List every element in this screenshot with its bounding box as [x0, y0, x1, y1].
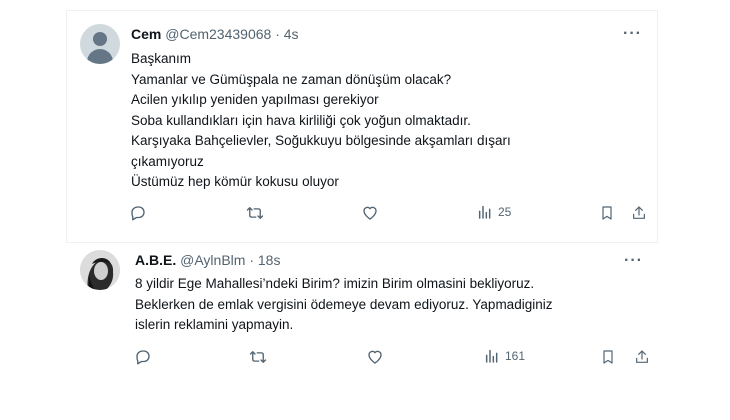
share-button[interactable]	[631, 204, 647, 222]
tweet-line: 8 yildir Ege Mahallesi’ndeki Birim? imiz…	[135, 276, 535, 291]
reply-icon	[136, 350, 150, 365]
tweet-line: Acilen yıkılıp yeniden yapılması gerekiy…	[131, 92, 379, 107]
tweet-text: 8 yildir Ege Mahallesi’ndeki Birim? imiz…	[135, 274, 552, 336]
avatar[interactable]	[80, 250, 120, 290]
tweet-header: Cem @Cem23439068 · 4s	[131, 25, 299, 43]
reply-button[interactable]	[134, 348, 152, 366]
tweet-line: Başkanım	[131, 51, 192, 66]
tweet-card[interactable]: Cem @Cem23439068 · 4s ··· Başkanım Yaman…	[66, 10, 658, 243]
tweet-line: Karşıyaka Bahçelievler, Soğukkuyu bölges…	[131, 133, 511, 148]
avatar-body-icon	[87, 49, 113, 64]
tweet-line: islerin reklamini yapmayin.	[135, 317, 294, 332]
more-options-button[interactable]: ···	[624, 253, 643, 269]
retweet-icon	[249, 351, 267, 363]
separator: ·	[249, 252, 254, 268]
bookmark-button[interactable]	[599, 204, 615, 222]
views-count: 25	[498, 205, 512, 219]
bookmark-button[interactable]	[600, 348, 616, 366]
views-button[interactable]: 161	[484, 348, 525, 364]
retweet-button[interactable]	[245, 204, 265, 222]
tweet-actions: 161	[134, 348, 654, 368]
author-handle[interactable]: @AylnBlm	[180, 252, 245, 268]
author-name[interactable]: A.B.E.	[135, 252, 176, 268]
like-button[interactable]	[361, 204, 379, 222]
views-button[interactable]: 25	[477, 204, 511, 220]
share-button[interactable]	[634, 348, 650, 366]
tweet-header: A.B.E. @AylnBlm · 18s	[135, 251, 280, 269]
reply-button[interactable]	[129, 204, 147, 222]
share-icon	[633, 206, 645, 219]
like-icon	[368, 350, 382, 364]
tweet-text: Başkanım Yamanlar ve Gümüşpala ne zaman …	[131, 49, 511, 193]
tweet-line: Soba kullandıkları için hava kirliliği ç…	[131, 112, 471, 128]
tweet-actions: 25	[129, 204, 649, 224]
like-icon	[363, 206, 377, 220]
avatar[interactable]	[80, 24, 120, 64]
avatar-head-icon	[93, 32, 107, 46]
author-handle[interactable]: @Cem23439068	[165, 26, 271, 42]
tweet-line: çıkamıyoruz	[131, 153, 204, 169]
retweet-button[interactable]	[248, 348, 268, 366]
profile-photo-icon	[80, 250, 120, 290]
retweet-icon	[246, 207, 264, 219]
reply-icon	[131, 206, 145, 221]
timestamp[interactable]: 4s	[284, 26, 299, 42]
tweet-line: Beklerken de emlak vergisini ödemeye dev…	[135, 296, 553, 312]
author-name[interactable]: Cem	[131, 26, 161, 42]
views-icon	[478, 205, 491, 219]
views-count: 161	[505, 349, 526, 363]
bookmark-icon	[602, 206, 612, 220]
share-icon	[636, 350, 648, 363]
separator: ·	[275, 26, 280, 42]
tweet-line: Yamanlar ve Gümüşpala ne zaman dönüşüm o…	[131, 71, 452, 87]
tweet-card[interactable]: A.B.E. @AylnBlm · 18s ··· 8 yildir Ege M…	[0, 236, 730, 420]
like-button[interactable]	[366, 348, 384, 366]
bookmark-icon	[603, 350, 613, 364]
tweet-line: Üstümüz hep kömür kokusu oluyor	[131, 174, 339, 189]
views-icon	[485, 349, 498, 363]
timestamp[interactable]: 18s	[258, 252, 281, 268]
more-options-button[interactable]: ···	[623, 26, 642, 42]
